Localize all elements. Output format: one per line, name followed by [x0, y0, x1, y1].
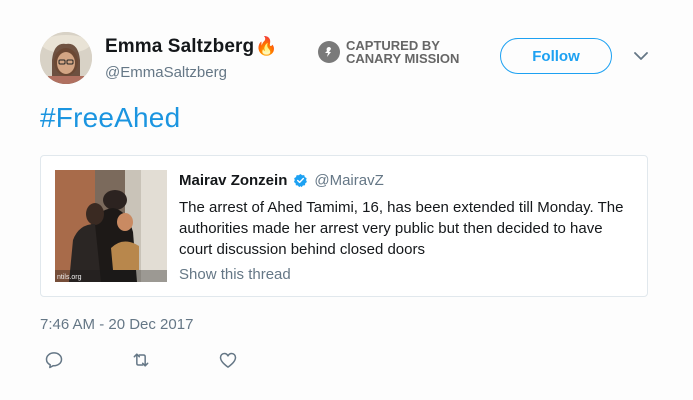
like-icon[interactable]	[218, 350, 238, 370]
quoted-author-name[interactable]: Mairav Zonzein	[179, 172, 287, 189]
fire-emoji: 🔥	[255, 36, 278, 56]
tweet-actions	[44, 350, 305, 370]
quoted-tweet-body: Mairav Zonzein @MairavZ The arrest of Ah…	[179, 172, 639, 283]
watermark-line2: CANARY MISSION	[346, 51, 460, 66]
quoted-tweet-header: Mairav Zonzein @MairavZ	[179, 172, 639, 189]
verified-icon	[293, 173, 308, 188]
reply-icon[interactable]	[44, 350, 64, 370]
avatar[interactable]	[40, 32, 92, 84]
image-caption: ntils.org	[57, 274, 82, 281]
follow-button[interactable]: Follow	[500, 38, 612, 74]
author-handle[interactable]: @EmmaSaltzberg	[105, 64, 278, 81]
quoted-tweet-card[interactable]: ntils.org Mairav Zonzein @MairavZ The ar…	[40, 155, 648, 297]
author-name-row[interactable]: Emma Saltzberg🔥	[105, 36, 278, 58]
quoted-tweet-text: The arrest of Ahed Tamimi, 16, has been …	[179, 199, 624, 258]
chevron-down-icon[interactable]	[633, 48, 649, 64]
show-thread-link[interactable]: Show this thread	[179, 266, 639, 283]
author-display-name[interactable]: Emma Saltzberg	[105, 36, 254, 57]
retweet-icon[interactable]	[131, 350, 151, 370]
author-block: Emma Saltzberg🔥 @EmmaSaltzberg	[105, 36, 278, 81]
quoted-author-handle[interactable]: @MairavZ	[314, 172, 383, 189]
tweet-hashtag[interactable]: #FreeAhed	[40, 102, 180, 134]
canary-mission-watermark: CAPTURED BY CANARY MISSION	[318, 39, 459, 65]
quoted-tweet-image[interactable]: ntils.org	[55, 170, 167, 282]
tweet-timestamp[interactable]: 7:46 AM - 20 Dec 2017	[40, 316, 193, 333]
watermark-text: CAPTURED BY CANARY MISSION	[346, 39, 459, 65]
canary-icon	[318, 41, 340, 63]
